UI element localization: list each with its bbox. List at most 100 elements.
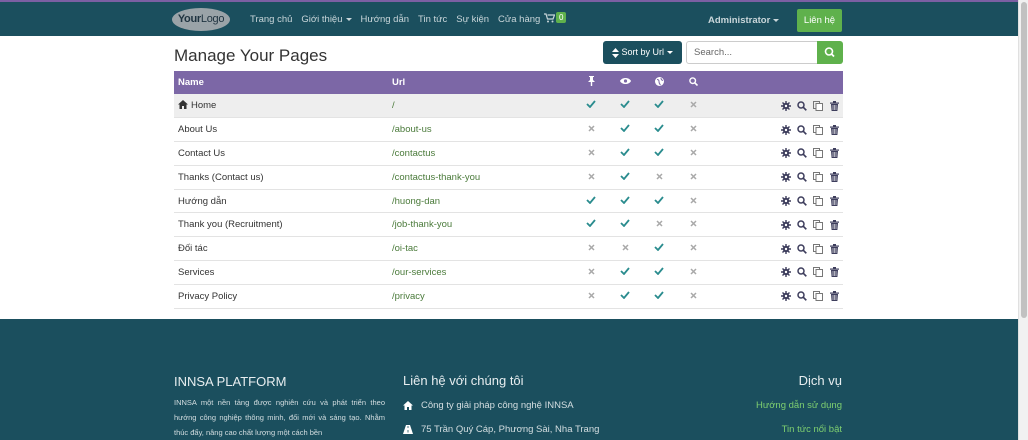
page-url[interactable]: /contactus-thank-you (388, 165, 574, 189)
visible-status[interactable] (608, 189, 642, 213)
indexed-status[interactable] (676, 94, 710, 118)
copy-icon[interactable] (813, 243, 823, 254)
page-url[interactable]: /our-services (388, 261, 574, 285)
page-name-cell[interactable]: Đối tác (174, 237, 388, 261)
gear-icon[interactable] (781, 291, 791, 302)
published-status[interactable] (642, 94, 676, 118)
gear-icon[interactable] (781, 148, 791, 159)
search-icon[interactable] (797, 267, 807, 278)
nav-item[interactable]: Cửa hàng (498, 14, 540, 25)
logo[interactable]: YourLogo (172, 8, 230, 31)
pinned-status[interactable] (574, 237, 608, 261)
table-row[interactable]: Thanks (Contact us) /contactus-thank-you (174, 165, 843, 190)
pinned-status[interactable] (574, 94, 608, 118)
cart-icon[interactable] (544, 13, 556, 26)
contact-button[interactable]: Liên hệ (797, 9, 842, 32)
table-row[interactable]: Đối tác/oi-tac (174, 237, 843, 261)
table-row[interactable]: Services/our-services (174, 261, 843, 285)
page-name-cell[interactable]: Thanks (Contact us) (174, 165, 388, 189)
visible-status[interactable] (608, 213, 642, 237)
visible-status[interactable] (608, 118, 642, 142)
page-name-cell[interactable]: Services (174, 261, 388, 285)
search-icon[interactable] (797, 172, 807, 183)
indexed-status[interactable] (676, 189, 710, 213)
search-input[interactable] (686, 41, 818, 64)
page-url[interactable]: /oi-tac (388, 237, 574, 261)
search-icon[interactable] (797, 243, 807, 254)
gear-icon[interactable] (781, 267, 791, 278)
published-status[interactable] (642, 284, 676, 308)
pinned-status[interactable] (574, 142, 608, 166)
published-status[interactable] (642, 165, 676, 189)
table-row[interactable]: Home / (174, 94, 843, 118)
footer-link-news[interactable]: Tin tức nổi bật (782, 424, 842, 435)
page-url[interactable]: /huong-dan (388, 189, 574, 213)
search-icon[interactable] (797, 100, 807, 111)
published-status[interactable] (642, 118, 676, 142)
gear-icon[interactable] (781, 196, 791, 207)
trash-icon[interactable] (829, 124, 839, 135)
copy-icon[interactable] (813, 100, 823, 111)
visible-status[interactable] (608, 237, 642, 261)
visible-status[interactable] (608, 165, 642, 189)
column-header-name[interactable]: Name (174, 71, 388, 94)
sort-button[interactable]: Sort by Url (603, 41, 682, 64)
trash-icon[interactable] (829, 267, 839, 278)
table-row[interactable]: Privacy Policy/privacy (174, 284, 843, 309)
published-status[interactable] (642, 261, 676, 285)
page-name-cell[interactable]: About Us (174, 118, 388, 142)
page-name-cell[interactable]: Hướng dẫn (174, 189, 388, 213)
copy-icon[interactable] (813, 148, 823, 159)
gear-icon[interactable] (781, 172, 791, 183)
user-menu[interactable]: Administrator (708, 15, 780, 26)
column-header-url[interactable]: Url (388, 71, 574, 94)
table-row[interactable]: Thank you (Recruitment) /job-thank-you (174, 213, 843, 237)
table-row[interactable]: About Us/about-us (174, 118, 843, 142)
gear-icon[interactable] (781, 100, 791, 111)
pinned-status[interactable] (574, 118, 608, 142)
trash-icon[interactable] (829, 291, 839, 302)
nav-item[interactable]: Hướng dẫn (361, 14, 410, 25)
page-url[interactable]: /job-thank-you (388, 213, 574, 237)
page-url[interactable]: / (388, 94, 574, 118)
table-row[interactable]: Contact Us/contactus (174, 142, 843, 166)
copy-icon[interactable] (813, 172, 823, 183)
page-url[interactable]: /privacy (388, 284, 574, 308)
pinned-status[interactable] (574, 165, 608, 189)
footer-link-guide[interactable]: Hướng dẫn sử dụng (756, 400, 842, 411)
copy-icon[interactable] (813, 219, 823, 230)
published-status[interactable] (642, 237, 676, 261)
gear-icon[interactable] (781, 219, 791, 230)
trash-icon[interactable] (829, 243, 839, 254)
visible-status[interactable] (608, 284, 642, 308)
gear-icon[interactable] (781, 243, 791, 254)
pinned-status[interactable] (574, 284, 608, 308)
page-name-cell[interactable]: Home (174, 94, 388, 118)
pinned-status[interactable] (574, 189, 608, 213)
indexed-status[interactable] (676, 284, 710, 308)
table-row[interactable]: Hướng dẫn/huong-dan (174, 189, 843, 213)
search-icon[interactable] (797, 196, 807, 206)
published-status[interactable] (642, 213, 676, 237)
search-icon[interactable] (797, 124, 807, 135)
published-status[interactable] (642, 142, 676, 166)
indexed-status[interactable] (676, 237, 710, 261)
visible-status[interactable] (608, 94, 642, 118)
indexed-status[interactable] (676, 165, 710, 189)
pinned-status[interactable] (574, 261, 608, 285)
page-url[interactable]: /about-us (388, 118, 574, 142)
indexed-status[interactable] (676, 142, 710, 166)
page-name-cell[interactable]: Privacy Policy (174, 284, 388, 308)
gear-icon[interactable] (781, 124, 791, 135)
search-icon[interactable] (797, 220, 807, 230)
trash-icon[interactable] (829, 196, 839, 207)
nav-item[interactable]: Trang chủ (250, 14, 292, 25)
page-url[interactable]: /contactus (388, 142, 574, 166)
copy-icon[interactable] (813, 267, 823, 278)
page-name-cell[interactable]: Thank you (Recruitment) (174, 213, 388, 237)
visible-status[interactable] (608, 261, 642, 285)
nav-item[interactable]: Tin tức (418, 14, 447, 25)
scrollbar-thumb[interactable] (1021, 2, 1027, 318)
search-icon[interactable] (797, 148, 807, 159)
trash-icon[interactable] (829, 148, 839, 159)
